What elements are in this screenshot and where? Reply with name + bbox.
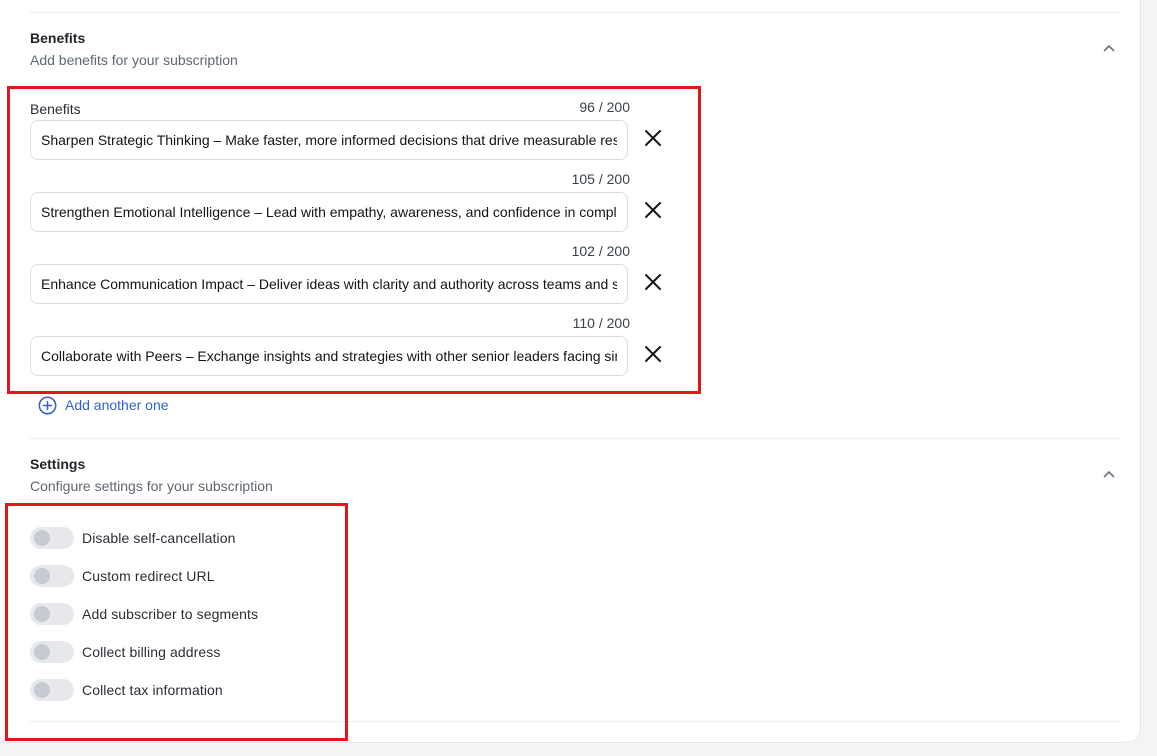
add-benefit-label: Add another one — [65, 397, 169, 413]
section-divider — [30, 438, 1120, 439]
settings-section-title: Settings — [30, 456, 86, 472]
benefits-section-subtitle: Add benefits for your subscription — [30, 52, 238, 68]
benefits-highlight-box — [7, 86, 701, 394]
settings-highlight-box — [5, 503, 348, 741]
settings-section-subtitle: Configure settings for your subscription — [30, 478, 273, 494]
chevron-up-icon[interactable] — [1101, 466, 1117, 482]
benefits-section-title: Benefits — [30, 30, 86, 46]
top-divider — [30, 12, 1120, 13]
plus-circle-icon — [38, 396, 57, 414]
add-benefit-button[interactable]: Add another one — [38, 395, 169, 415]
chevron-up-icon[interactable] — [1101, 40, 1117, 56]
